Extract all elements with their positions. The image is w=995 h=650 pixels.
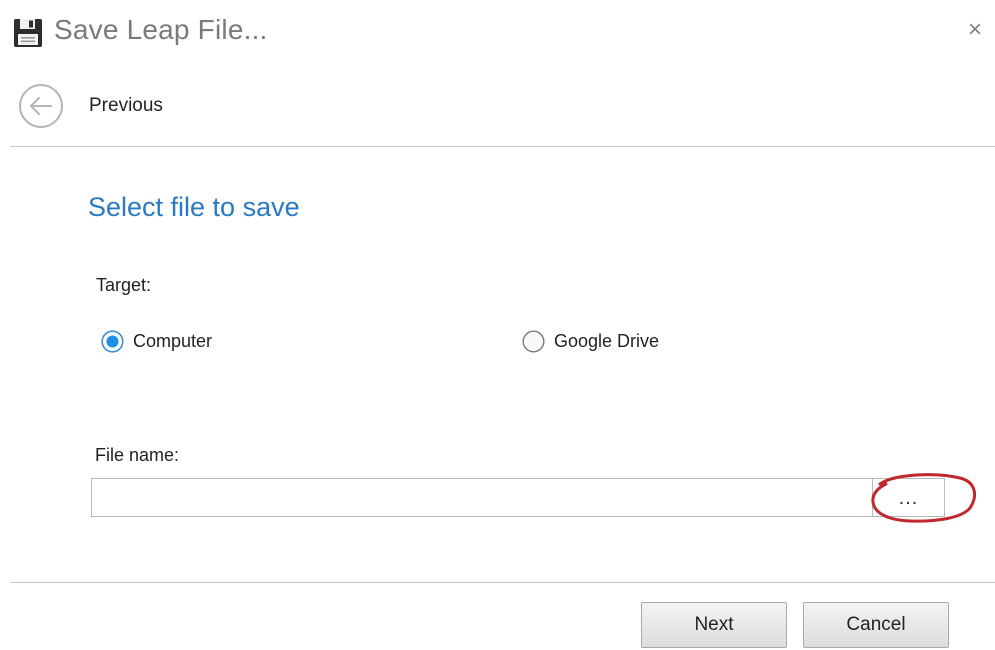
radio-label-google-drive: Google Drive [554,330,660,351]
radio-selected-icon[interactable] [101,329,124,353]
header-divider [10,146,995,147]
back-arrow-circle-icon [18,83,64,129]
browse-button[interactable]: ... [872,478,945,517]
file-name-label: File name: [95,445,180,465]
next-button[interactable]: Next [641,602,787,648]
radio-unselected-icon[interactable] [522,329,545,353]
floppy-disk-icon [13,18,43,48]
close-icon[interactable]: × [964,18,986,42]
dialog-title: Save Leap File... [54,14,268,45]
title-bar: Save Leap File... × [0,0,995,66]
section-title: Select file to save [88,192,300,222]
previous-button[interactable]: Previous [18,83,163,129]
previous-label: Previous [89,95,163,116]
file-name-input[interactable] [91,478,872,517]
cancel-button[interactable]: Cancel [803,602,949,648]
radio-google-drive[interactable]: Google Drive [522,329,659,353]
target-label: Target: [96,275,152,295]
radio-label-computer: Computer [133,330,213,351]
radio-computer[interactable]: Computer [101,329,212,353]
footer-divider [10,582,995,583]
save-dialog: Save Leap File... × Previous Select file… [0,0,995,650]
